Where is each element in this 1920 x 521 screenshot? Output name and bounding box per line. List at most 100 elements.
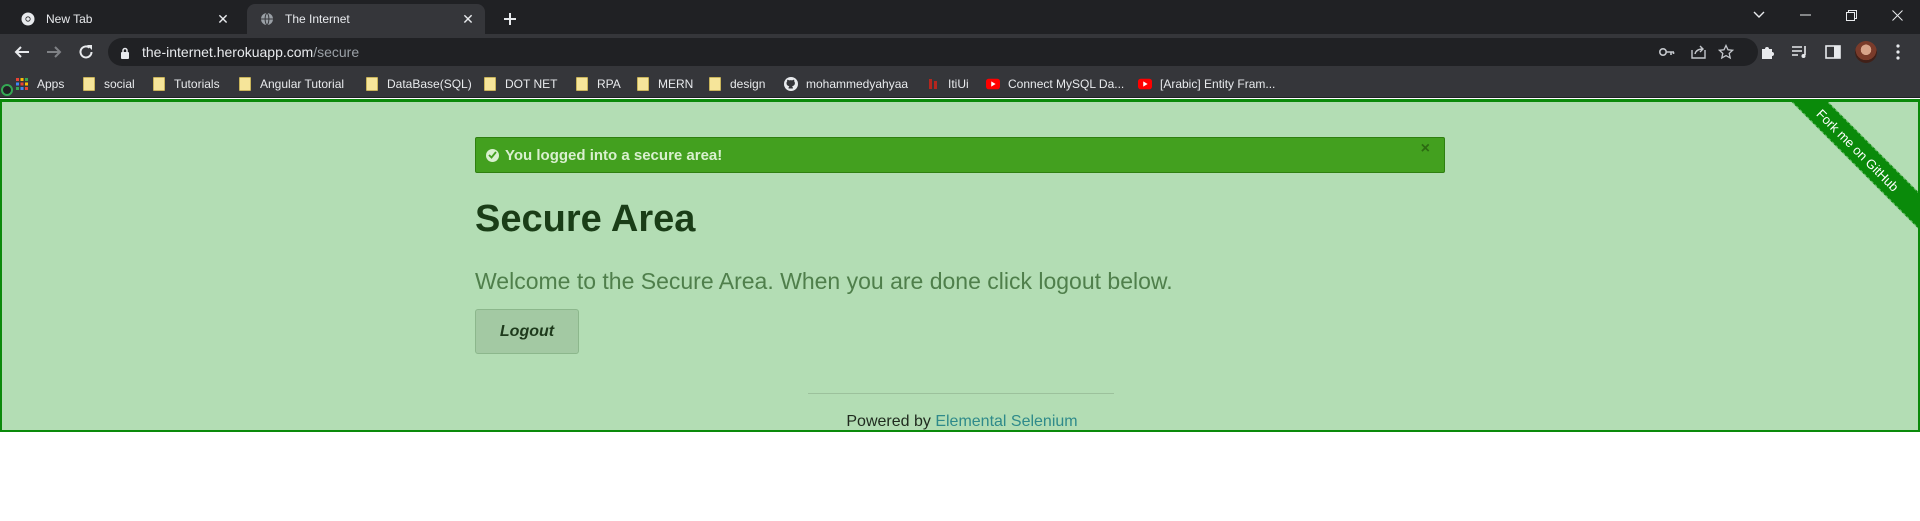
playlist-icon bbox=[1792, 46, 1806, 58]
bookmark-database-sql[interactable]: DataBase(SQL) bbox=[365, 76, 472, 92]
folder-icon bbox=[575, 77, 589, 91]
bookmark-entity-framework[interactable]: [Arabic] Entity Fram... bbox=[1138, 76, 1275, 92]
password-key-button[interactable] bbox=[1656, 42, 1678, 62]
bookmark-tutorials[interactable]: Tutorials bbox=[152, 76, 220, 92]
folder-icon bbox=[708, 77, 722, 91]
more-vertical-icon bbox=[1896, 44, 1900, 60]
ribbon-text: Fork me on GitHub bbox=[1813, 105, 1903, 195]
new-tab-button[interactable] bbox=[497, 6, 523, 32]
flash-close-button[interactable]: × bbox=[1421, 140, 1430, 158]
profile-avatar[interactable] bbox=[1855, 41, 1877, 63]
folder-icon bbox=[365, 77, 379, 91]
close-tab-icon[interactable]: ✕ bbox=[457, 8, 479, 30]
bookmark-label: ItiUi bbox=[948, 77, 969, 91]
globe-icon bbox=[259, 11, 275, 27]
side-panel-icon bbox=[1825, 45, 1841, 59]
folder-icon bbox=[238, 77, 252, 91]
bookmark-star-button[interactable] bbox=[1715, 42, 1737, 62]
close-tab-icon[interactable]: ✕ bbox=[212, 8, 234, 30]
url-text: the-internet.herokuapp.com/secure bbox=[142, 44, 359, 60]
chrome-icon bbox=[20, 11, 36, 27]
bookmark-connect-mysql[interactable]: Connect MySQL Da... bbox=[986, 76, 1124, 92]
tab-title: The Internet bbox=[285, 12, 350, 26]
bookmark-angular-tutorial[interactable]: Angular Tutorial bbox=[238, 76, 344, 92]
share-button[interactable] bbox=[1688, 42, 1710, 62]
bookmark-label: MERN bbox=[658, 77, 694, 91]
youtube-icon bbox=[986, 77, 1000, 91]
forward-arrow-icon bbox=[47, 46, 62, 58]
tab-strip: New Tab ✕ The Internet ✕ bbox=[0, 0, 1920, 34]
url-host: the-internet.herokuapp.com bbox=[142, 44, 314, 60]
tab-search-button[interactable] bbox=[1736, 0, 1782, 30]
page-title: Secure Area bbox=[475, 198, 696, 240]
minimize-icon bbox=[1799, 14, 1811, 16]
back-button[interactable] bbox=[8, 38, 36, 66]
bookmark-label: design bbox=[730, 77, 766, 91]
bookmark-rpa[interactable]: RPA bbox=[575, 76, 621, 92]
folder-icon bbox=[636, 77, 650, 91]
footer-prefix: Powered by bbox=[846, 413, 936, 430]
tab-new-tab[interactable]: New Tab ✕ bbox=[8, 4, 240, 34]
puzzle-icon bbox=[1762, 47, 1774, 59]
bookmark-social[interactable]: social bbox=[82, 76, 135, 92]
close-window-button[interactable] bbox=[1874, 0, 1920, 30]
restore-icon bbox=[1845, 9, 1857, 21]
restore-button[interactable] bbox=[1828, 0, 1874, 30]
footer-divider bbox=[808, 393, 1114, 394]
chrome-menu-button[interactable] bbox=[1886, 40, 1910, 64]
flash-success-message: You logged into a secure area! × bbox=[475, 137, 1445, 173]
flash-text: You logged into a secure area! bbox=[505, 146, 723, 164]
forward-button[interactable] bbox=[40, 38, 68, 66]
check-circle-icon bbox=[486, 148, 499, 162]
page-footer: Powered by Elemental Selenium bbox=[2, 413, 1918, 430]
close-icon bbox=[1891, 9, 1903, 21]
web-page: You logged into a secure area! × Secure … bbox=[0, 99, 1920, 432]
bookmark-design[interactable]: design bbox=[708, 76, 765, 92]
bookmark-label: social bbox=[104, 77, 135, 91]
github-icon bbox=[784, 77, 798, 91]
share-icon bbox=[1691, 45, 1706, 59]
iti-icon bbox=[926, 77, 940, 91]
bookmark-label: mohammedyahyaa bbox=[806, 77, 909, 91]
folder-icon bbox=[152, 77, 166, 91]
bookmarks-bar: Apps social Tutorials Angular Tutorial D… bbox=[0, 70, 1920, 98]
folder-icon bbox=[82, 77, 96, 91]
side-panel-button[interactable] bbox=[1821, 40, 1845, 64]
fork-me-ribbon[interactable]: Fork me on GitHub bbox=[1756, 102, 1918, 252]
folder-icon bbox=[483, 77, 497, 91]
back-arrow-icon bbox=[14, 46, 29, 58]
tab-title: New Tab bbox=[46, 12, 93, 26]
page-subheader: Welcome to the Secure Area. When you are… bbox=[475, 268, 1173, 294]
bookmark-label: RPA bbox=[597, 77, 621, 91]
lock-icon bbox=[120, 46, 130, 64]
bookmark-itiui[interactable]: ItiUi bbox=[926, 76, 969, 92]
youtube-icon bbox=[1138, 77, 1152, 91]
apps-grid-icon bbox=[15, 77, 29, 91]
bookmark-apps[interactable]: Apps bbox=[15, 76, 64, 92]
logout-label: Logout bbox=[499, 322, 555, 340]
star-icon bbox=[1718, 44, 1734, 60]
minimize-button[interactable] bbox=[1782, 0, 1828, 30]
elemental-selenium-link[interactable]: Elemental Selenium bbox=[935, 413, 1077, 430]
bookmark-label: DataBase(SQL) bbox=[387, 77, 472, 91]
bookmark-dot-net[interactable]: DOT NET bbox=[483, 76, 557, 92]
bookmark-label: Angular Tutorial bbox=[260, 77, 345, 91]
reload-icon bbox=[79, 45, 93, 59]
bookmark-label: DOT NET bbox=[505, 77, 558, 91]
reload-button[interactable] bbox=[72, 38, 100, 66]
url-path: /secure bbox=[313, 44, 360, 60]
bookmark-label: Connect MySQL Da... bbox=[1008, 77, 1125, 91]
bookmark-mern[interactable]: MERN bbox=[636, 76, 693, 92]
key-icon bbox=[1659, 48, 1675, 56]
logout-button[interactable]: Logout bbox=[475, 309, 579, 354]
address-bar[interactable]: the-internet.herokuapp.com/secure bbox=[108, 38, 1758, 66]
tab-the-internet[interactable]: The Internet ✕ bbox=[247, 4, 485, 34]
media-controls-button[interactable] bbox=[1788, 40, 1812, 64]
plus-icon bbox=[504, 13, 516, 25]
bookmark-mohammedyahyaa[interactable]: mohammedyahyaa bbox=[784, 76, 908, 92]
chevron-down-icon bbox=[1753, 11, 1765, 18]
extension-badge-icon bbox=[1, 84, 13, 96]
bookmark-label: Tutorials bbox=[174, 77, 220, 91]
browser-toolbar: the-internet.herokuapp.com/secure bbox=[0, 34, 1920, 70]
extensions-button[interactable] bbox=[1756, 40, 1780, 64]
